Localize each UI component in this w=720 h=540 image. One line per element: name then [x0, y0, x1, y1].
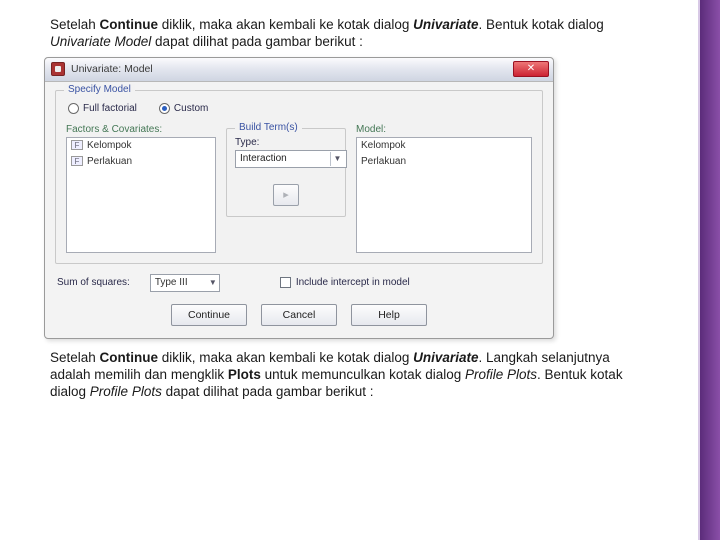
button-bar: Continue Cancel Help: [55, 296, 543, 328]
text: . Bentuk kotak dialog: [478, 17, 603, 32]
app-icon: [51, 62, 65, 76]
move-right-button[interactable]: ▸: [273, 184, 299, 206]
chevron-down-icon: ▼: [209, 278, 217, 287]
list-item-label: Perlakuan: [361, 156, 406, 167]
list-item-label: Perlakuan: [87, 156, 132, 167]
paragraph-2: Setelah Continue diklik, maka akan kemba…: [50, 349, 647, 401]
text: dapat dilihat pada gambar berikut :: [151, 34, 363, 49]
col-model: Model: Kelompok Perlakuan: [356, 124, 532, 253]
select-sum-of-squares[interactable]: Type III ▼: [150, 274, 220, 292]
dialog-titlebar: Univariate: Model ✕: [45, 58, 553, 82]
label-model: Model:: [356, 124, 532, 135]
label-factors: Factors & Covariates:: [66, 124, 216, 135]
radio-full-factorial[interactable]: Full factorial: [68, 103, 137, 114]
button-label: Continue: [188, 309, 230, 321]
dialog-title: Univariate: Model: [71, 63, 507, 75]
help-button[interactable]: Help: [351, 304, 427, 326]
factor-marker-icon: F: [71, 156, 83, 166]
cancel-button[interactable]: Cancel: [261, 304, 337, 326]
label-sum-of-squares: Sum of squares:: [57, 277, 130, 288]
listbox-factors[interactable]: F Kelompok F Perlakuan: [66, 137, 216, 253]
group-specify-model: Specify Model Full factorial Custom Fact…: [55, 90, 543, 264]
bold-continue: Continue: [100, 17, 159, 32]
text: diklik, maka akan kembali ke kotak dialo…: [158, 350, 413, 365]
italic-univariate-model: Univariate Model: [50, 34, 151, 49]
list-item-label: Kelompok: [87, 140, 131, 151]
button-label: Help: [378, 309, 400, 321]
radio-label: Custom: [174, 103, 208, 114]
dialog-body: Specify Model Full factorial Custom Fact…: [45, 82, 553, 338]
close-button[interactable]: ✕: [513, 61, 549, 77]
radio-icon: [68, 103, 79, 114]
italic-profile-plots: Profile Plots: [90, 384, 162, 399]
text: diklik, maka akan kembali ke kotak dialo…: [158, 17, 413, 32]
italic-profile-plots: Profile Plots: [465, 367, 537, 382]
radio-label: Full factorial: [83, 103, 137, 114]
button-label: Cancel: [283, 309, 316, 321]
text: dapat dilihat pada gambar berikut :: [162, 384, 374, 399]
continue-button[interactable]: Continue: [171, 304, 247, 326]
list-item[interactable]: Kelompok: [357, 138, 531, 154]
italic-univariate: Univariate: [413, 17, 478, 32]
italic-univariate: Univariate: [413, 350, 478, 365]
listbox-model[interactable]: Kelompok Perlakuan: [356, 137, 532, 253]
text: Setelah: [50, 17, 100, 32]
group-legend-specify: Specify Model: [64, 84, 135, 95]
checkbox-include-intercept[interactable]: Include intercept in model: [280, 277, 410, 288]
slide-accent-band: [698, 0, 720, 540]
col-factors: Factors & Covariates: F Kelompok F Perlaku…: [66, 124, 216, 253]
list-item[interactable]: F Kelompok: [67, 138, 215, 154]
col-build-terms: Build Term(s) Type: Interaction ▼ ▸: [226, 124, 346, 217]
list-item[interactable]: F Perlakuan: [67, 154, 215, 170]
group-build-terms: Build Term(s) Type: Interaction ▼ ▸: [226, 128, 346, 217]
slide-content: Setelah Continue diklik, maka akan kemba…: [0, 0, 695, 400]
checkbox-icon: [280, 277, 291, 288]
radio-icon: [159, 103, 170, 114]
select-value: Type III: [155, 277, 188, 288]
select-value: Interaction: [240, 153, 287, 164]
bottom-row: Sum of squares: Type III ▼ Include inter…: [55, 264, 543, 296]
arrow-right-icon: ▸: [283, 188, 289, 201]
text: untuk memunculkan kotak dialog: [261, 367, 465, 382]
lists-row: Factors & Covariates: F Kelompok F Perlaku…: [66, 124, 532, 253]
radio-custom[interactable]: Custom: [159, 103, 208, 114]
field-type: Type: Interaction ▼: [235, 137, 337, 168]
checkbox-label: Include intercept in model: [296, 277, 410, 288]
select-type[interactable]: Interaction ▼: [235, 150, 347, 168]
factor-marker-icon: F: [71, 140, 83, 150]
bold-continue: Continue: [100, 350, 159, 365]
radio-row: Full factorial Custom: [66, 99, 532, 124]
list-item-label: Kelompok: [361, 140, 405, 151]
paragraph-1: Setelah Continue diklik, maka akan kemba…: [50, 16, 647, 51]
univariate-model-dialog: Univariate: Model ✕ Specify Model Full f…: [44, 57, 554, 339]
bold-plots: Plots: [228, 367, 261, 382]
group-legend-build: Build Term(s): [235, 122, 302, 133]
chevron-down-icon: ▼: [330, 152, 344, 166]
list-item[interactable]: Perlakuan: [357, 154, 531, 170]
label-type: Type:: [235, 137, 337, 148]
text: Setelah: [50, 350, 100, 365]
close-icon: ✕: [527, 64, 535, 74]
